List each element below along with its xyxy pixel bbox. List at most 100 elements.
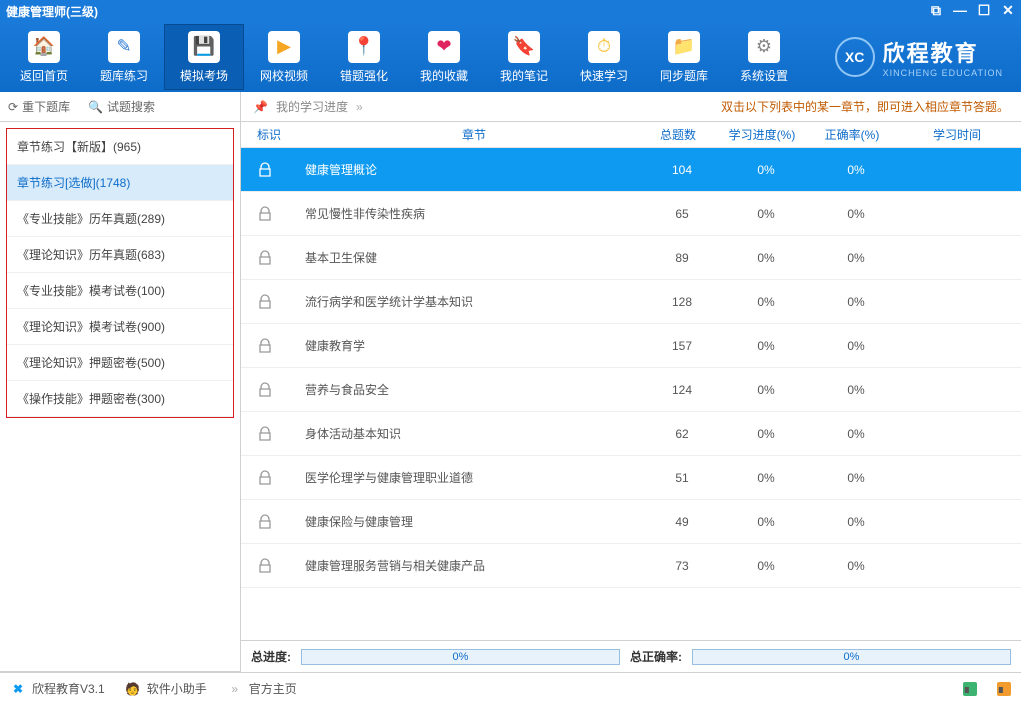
toolbar-bank-button[interactable]: ✎题库练习 [84, 24, 164, 90]
status-action-1[interactable]: ∎ [963, 682, 977, 696]
toolbar-sync-button[interactable]: 📁同步题库 [644, 24, 724, 90]
col-flag: 标识 [245, 126, 293, 143]
col-chapter: 章节 [293, 126, 639, 143]
table-row[interactable]: 健康保险与健康管理490%0% [241, 500, 1021, 544]
toolbar-notes-button[interactable]: 🔖我的笔记 [484, 24, 564, 90]
cell-chapter: 健康管理概论 [289, 161, 643, 178]
sidebar: ⟳重下题库 🔍试题搜索 章节练习【新版】(965)章节练习[选做](1748)《… [0, 92, 241, 672]
cell-total: 89 [643, 251, 721, 265]
sidebar-item[interactable]: 《理论知识》押题密卷(500) [7, 345, 233, 381]
cell-accuracy: 0% [811, 339, 901, 353]
total-progress-label: 总进度: [251, 648, 291, 665]
fav-icon: ❤ [428, 31, 460, 63]
window-close-icon[interactable]: ✕ [999, 2, 1017, 18]
cell-accuracy: 0% [811, 383, 901, 397]
status-helper[interactable]: 🧑 软件小助手 [125, 680, 207, 697]
cell-chapter: 营养与食品安全 [289, 381, 643, 398]
notes-icon: 🔖 [508, 31, 540, 63]
toolbar-label: 我的收藏 [420, 67, 468, 84]
sidebar-toolbar: ⟳重下题库 🔍试题搜索 [0, 92, 240, 122]
cell-total: 104 [643, 163, 721, 177]
app-icon: ✖ [10, 681, 26, 697]
table-row[interactable]: 常见慢性非传染性疾病650%0% [241, 192, 1021, 236]
cell-accuracy: 0% [811, 515, 901, 529]
lock-icon [241, 514, 289, 530]
refresh-bank-button[interactable]: ⟳重下题库 [8, 98, 70, 115]
table-row[interactable]: 健康管理服务营销与相关健康产品730%0% [241, 544, 1021, 588]
toolbar-exam-button[interactable]: 💾 模拟考场 [164, 24, 244, 90]
lock-icon [241, 206, 289, 222]
sidebar-item[interactable]: 章节练习[选做](1748) [7, 165, 233, 201]
hint-text: 双击以下列表中的某一章节，即可进入相应章节答题。 [721, 98, 1009, 115]
lock-icon [241, 470, 289, 486]
table-row[interactable]: 流行病学和医学统计学基本知识1280%0% [241, 280, 1021, 324]
search-questions-button[interactable]: 🔍试题搜索 [88, 98, 155, 115]
cell-accuracy: 0% [811, 163, 901, 177]
toolbar-settings-button[interactable]: ⚙系统设置 [724, 24, 804, 90]
cell-progress: 0% [721, 339, 811, 353]
cell-progress: 0% [721, 515, 811, 529]
sidebar-item[interactable]: 章节练习【新版】(965) [7, 129, 233, 165]
sidebar-item[interactable]: 《理论知识》历年真题(683) [7, 237, 233, 273]
chevron-right-icon[interactable]: » [356, 100, 363, 114]
cell-total: 62 [643, 427, 721, 441]
cell-total: 157 [643, 339, 721, 353]
toolbar-home-button[interactable]: 🏠返回首页 [4, 24, 84, 90]
toolbar-wrong-button[interactable]: 📍 错题强化 [324, 24, 404, 90]
cell-progress: 0% [721, 251, 811, 265]
sidebar-item[interactable]: 《操作技能》押题密卷(300) [7, 381, 233, 417]
cell-accuracy: 0% [811, 207, 901, 221]
cell-progress: 0% [721, 427, 811, 441]
cell-progress: 0% [721, 559, 811, 573]
table-row[interactable]: 健康管理概论1040%0% [241, 148, 1021, 192]
wrong-icon: 📍 [348, 31, 380, 63]
sidebar-item[interactable]: 《专业技能》模考试卷(100) [7, 273, 233, 309]
col-progress: 学习进度(%) [717, 126, 807, 143]
status-app[interactable]: ✖ 欣程教育V3.1 [10, 680, 105, 697]
chart-icon: ∎ [963, 682, 977, 696]
table-row[interactable]: 医学伦理学与健康管理职业道德510%0% [241, 456, 1021, 500]
cell-chapter: 健康管理服务营销与相关健康产品 [289, 557, 643, 574]
cell-progress: 0% [721, 295, 811, 309]
progress-label: 我的学习进度 [276, 98, 348, 115]
exam-icon: 💾 [188, 31, 220, 63]
sidebar-list: 章节练习【新版】(965)章节练习[选做](1748)《专业技能》历年真题(28… [6, 128, 234, 418]
toolbar-fav-button[interactable]: ❤ 我的收藏 [404, 24, 484, 90]
toolbar-label: 返回首页 [20, 67, 68, 84]
table-row[interactable]: 健康教育学1570%0% [241, 324, 1021, 368]
status-homepage[interactable]: » 官方主页 [227, 680, 297, 697]
cell-accuracy: 0% [811, 251, 901, 265]
lock-icon [241, 250, 289, 266]
status-action-2[interactable]: ∎ [997, 682, 1011, 696]
settings-icon: ⚙ [748, 31, 780, 63]
refresh-icon: ⟳ [8, 100, 18, 114]
sidebar-item[interactable]: 《专业技能》历年真题(289) [7, 201, 233, 237]
cell-chapter: 常见慢性非传染性疾病 [289, 205, 643, 222]
col-time: 学习时间 [897, 126, 1017, 143]
window-minimize-icon[interactable]: — [951, 2, 969, 18]
table-row[interactable]: 基本卫生保健890%0% [241, 236, 1021, 280]
main-panel: 📌 我的学习进度 » 双击以下列表中的某一章节，即可进入相应章节答题。 标识 章… [241, 92, 1021, 672]
window-restore-icon[interactable]: ⧉ [927, 2, 945, 18]
toolbar-label: 错题强化 [340, 67, 388, 84]
lock-icon [241, 382, 289, 398]
col-accuracy: 正确率(%) [807, 126, 897, 143]
toolbar-video-button[interactable]: ▶ 网校视频 [244, 24, 324, 90]
pin-icon: 📌 [253, 100, 268, 114]
cell-total: 49 [643, 515, 721, 529]
video-icon: ▶ [268, 31, 300, 63]
search-icon: 🔍 [88, 100, 103, 114]
sidebar-item[interactable]: 《理论知识》模考试卷(900) [7, 309, 233, 345]
helper-icon: 🧑 [125, 681, 141, 697]
toolbar-label: 模拟考场 [180, 67, 228, 84]
cell-total: 128 [643, 295, 721, 309]
toolbar-label: 网校视频 [260, 67, 308, 84]
toolbar-label: 快速学习 [580, 67, 628, 84]
table-row[interactable]: 身体活动基本知识620%0% [241, 412, 1021, 456]
toolbar-quick-button[interactable]: ⏱快速学习 [564, 24, 644, 90]
sync-icon: 📁 [668, 31, 700, 63]
table-row[interactable]: 营养与食品安全1240%0% [241, 368, 1021, 412]
cell-chapter: 医学伦理学与健康管理职业道德 [289, 469, 643, 486]
bank-icon: ✎ [108, 31, 140, 63]
window-maximize-icon[interactable]: ☐ [975, 2, 993, 18]
